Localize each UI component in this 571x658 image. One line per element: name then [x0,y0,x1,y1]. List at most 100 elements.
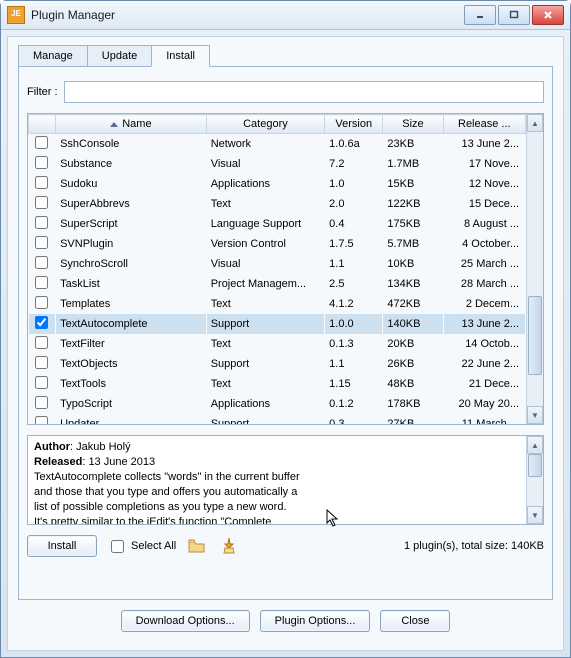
plugin-options-button[interactable]: Plugin Options... [260,610,371,632]
cell-release: 22 June 2... [443,354,525,374]
scroll-thumb[interactable] [528,454,542,477]
open-folder-icon[interactable] [186,535,208,557]
cell-version: 0.3 [325,414,383,424]
row-checkbox[interactable] [35,236,48,249]
description-box: Author: Jakub Holý Released: 13 June 201… [27,435,544,525]
cell-version: 7.2 [325,154,383,174]
tab-manage[interactable]: Manage [18,45,88,67]
row-checkbox[interactable] [35,396,48,409]
titlebar: JE Plugin Manager [1,1,570,30]
cell-name: SuperScript [56,214,207,234]
table-row[interactable]: TypoScriptApplications0.1.2178KB20 May 2… [29,394,526,414]
cell-version: 1.0 [325,174,383,194]
col-category[interactable]: Category [206,115,324,134]
cell-release: 20 May 20... [443,394,525,414]
cell-name: SVNPlugin [56,234,207,254]
cell-category: Text [206,294,324,314]
table-row[interactable]: SynchroScrollVisual1.110KB25 March ... [29,254,526,274]
row-checkbox[interactable] [35,336,48,349]
row-checkbox[interactable] [35,356,48,369]
cell-category: Project Managem... [206,274,324,294]
row-checkbox[interactable] [35,296,48,309]
cell-release: 14 Octob... [443,334,525,354]
cell-version: 2.5 [325,274,383,294]
row-checkbox[interactable] [35,216,48,229]
scroll-down-icon[interactable]: ▼ [527,406,543,424]
scroll-up-icon[interactable]: ▲ [527,436,543,454]
row-checkbox[interactable] [35,176,48,189]
tab-install[interactable]: Install [151,45,210,67]
cell-size: 178KB [383,394,443,414]
cell-version: 4.1.2 [325,294,383,314]
table-row[interactable]: TaskListProject Managem...2.5134KB28 Mar… [29,274,526,294]
cell-size: 23KB [383,134,443,155]
tab-update[interactable]: Update [87,45,152,67]
scroll-up-icon[interactable]: ▲ [527,114,543,132]
desc-scrollbar[interactable]: ▲ ▼ [526,436,543,524]
table-row[interactable]: TextAutocompleteSupport1.0.0140KB13 June… [29,314,526,334]
table-row[interactable]: TemplatesText4.1.2472KB2 Decem... [29,294,526,314]
table-row[interactable]: SudokuApplications1.015KB12 Nove... [29,174,526,194]
sort-asc-icon [110,122,118,127]
cell-name: SynchroScroll [56,254,207,274]
cell-name: TextTools [56,374,207,394]
row-checkbox[interactable] [35,416,48,424]
select-all[interactable]: Select All [107,537,176,556]
cell-name: TextFilter [56,334,207,354]
clean-icon[interactable] [218,535,240,557]
cell-version: 0.4 [325,214,383,234]
close-window-button[interactable] [532,5,564,25]
scroll-thumb[interactable] [528,296,542,375]
cell-release: 13 June 2... [443,314,525,334]
cell-size: 472KB [383,294,443,314]
cell-category: Applications [206,394,324,414]
select-all-checkbox[interactable] [111,540,124,553]
table-row[interactable]: SuperAbbrevsText2.0122KB15 Dece... [29,194,526,214]
table-row[interactable]: SubstanceVisual7.21.7MB17 Nove... [29,154,526,174]
table-row[interactable]: TextObjectsSupport1.126KB22 June 2... [29,354,526,374]
cell-name: TextObjects [56,354,207,374]
row-checkbox[interactable] [35,316,48,329]
cell-version: 0.1.3 [325,334,383,354]
dialog-body: Manage Update Install Filter : [7,36,564,651]
cell-release: 28 March ... [443,274,525,294]
cell-version: 0.1.2 [325,394,383,414]
close-button[interactable]: Close [380,610,450,632]
cell-size: 140KB [383,314,443,334]
table-row[interactable]: SuperScriptLanguage Support0.4175KB8 Aug… [29,214,526,234]
col-name[interactable]: Name [56,115,207,134]
table-row[interactable]: TextFilterText0.1.320KB14 Octob... [29,334,526,354]
cell-name: SuperAbbrevs [56,194,207,214]
table-row[interactable]: TextToolsText1.1548KB21 Dece... [29,374,526,394]
install-button[interactable]: Install [27,535,97,557]
cell-version: 2.0 [325,194,383,214]
table-scrollbar[interactable]: ▲ ▼ [526,114,543,424]
plugin-table-container: Name Category Version Size Release ... S… [27,113,544,425]
col-check[interactable] [29,115,56,134]
cell-category: Text [206,194,324,214]
filter-label: Filter : [27,86,58,98]
col-release[interactable]: Release ... [443,115,525,134]
tabs: Manage Update Install [18,45,553,67]
row-checkbox[interactable] [35,276,48,289]
maximize-button[interactable] [498,5,530,25]
cell-release: 13 June 2... [443,134,525,155]
cell-release: 15 Dece... [443,194,525,214]
table-row[interactable]: SshConsoleNetwork1.0.6a23KB13 June 2... [29,134,526,155]
window-title: Plugin Manager [31,8,464,22]
col-size[interactable]: Size [383,115,443,134]
row-checkbox[interactable] [35,136,48,149]
row-checkbox[interactable] [35,156,48,169]
filter-input[interactable] [64,81,544,103]
minimize-button[interactable] [464,5,496,25]
row-checkbox[interactable] [35,256,48,269]
table-row[interactable]: SVNPluginVersion Control1.7.55.7MB4 Octo… [29,234,526,254]
scroll-down-icon[interactable]: ▼ [527,506,543,524]
download-options-button[interactable]: Download Options... [121,610,250,632]
row-checkbox[interactable] [35,196,48,209]
cell-release: 21 Dece... [443,374,525,394]
row-checkbox[interactable] [35,376,48,389]
table-row[interactable]: UpdaterSupport0.327KB11 March ... [29,414,526,424]
col-version[interactable]: Version [325,115,383,134]
cell-size: 26KB [383,354,443,374]
